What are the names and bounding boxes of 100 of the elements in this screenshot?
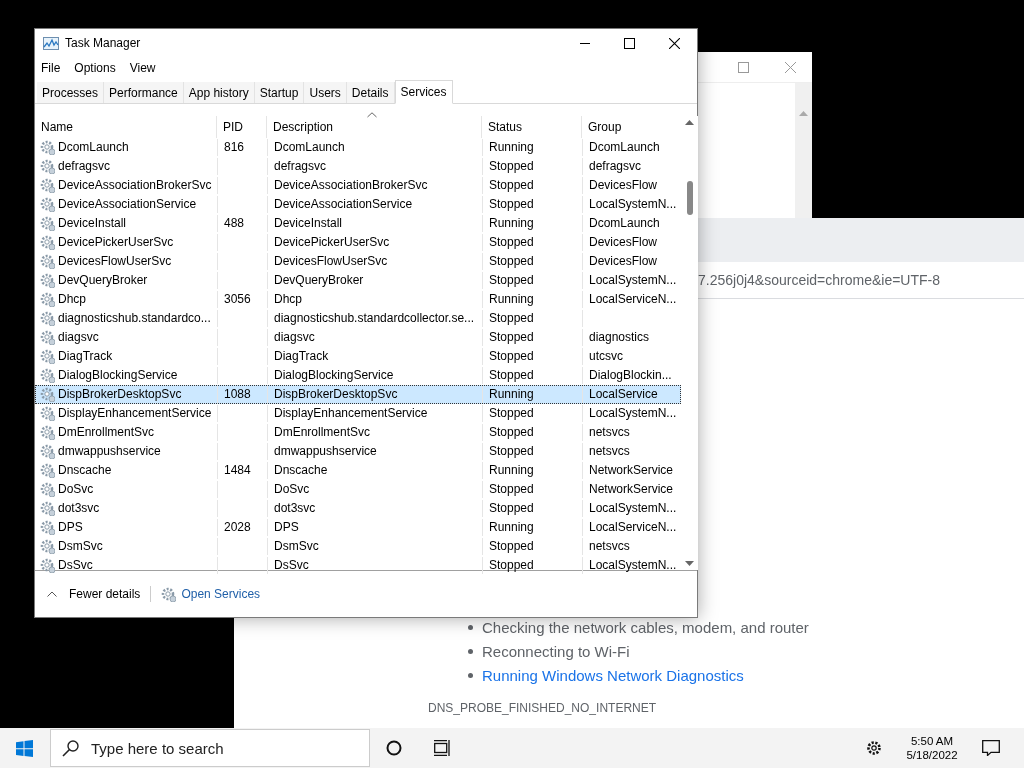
table-cell: DeviceAssociationBrokerSvc	[267, 177, 482, 194]
table-cell: Stopped	[482, 367, 582, 384]
table-cell: DisplayEnhancementService	[267, 405, 482, 422]
table-cell: Dnscache	[58, 462, 112, 479]
table-cell: DsSvc	[58, 557, 93, 574]
table-cell: DispBrokerDesktopSvc	[58, 386, 182, 403]
table-cell: Stopped	[482, 538, 582, 555]
table-cell: DeviceAssociationBrokerSvc	[58, 177, 212, 194]
tab[interactable]: Processes	[37, 82, 105, 103]
table-row[interactable]: DispBrokerDesktopSvc 1088 DispBrokerDesktopSvc Running LocalService	[35, 385, 681, 404]
table-cell: Dhcp	[58, 291, 86, 308]
table-cell: Stopped	[482, 329, 582, 346]
tab[interactable]: App history	[183, 82, 255, 103]
notification-icon[interactable]	[982, 740, 1000, 756]
table-cell: Running	[482, 215, 582, 232]
tab[interactable]: Services	[394, 80, 453, 104]
gear-icon	[40, 311, 55, 326]
table-cell: DoSvc	[58, 481, 94, 498]
settings-icon[interactable]	[866, 740, 882, 756]
gear-icon	[40, 216, 55, 231]
gear-icon	[40, 539, 55, 554]
table-cell: Stopped	[482, 500, 582, 517]
table-cell: Dhcp	[267, 291, 482, 308]
menu-item[interactable]: View	[129, 61, 164, 75]
table-cell: Running	[482, 139, 582, 156]
table-cell: 488	[217, 215, 267, 232]
gear-icon	[40, 520, 55, 535]
table-cell: DispBrokerDesktopSvc	[267, 386, 482, 403]
diagnostics-link[interactable]: Running Windows Network Diagnostics	[482, 666, 744, 684]
gear-icon	[40, 197, 55, 212]
table-cell: Dnscache	[267, 462, 482, 479]
menu-item[interactable]: File	[41, 61, 69, 75]
gear-icon	[40, 482, 55, 497]
table-cell: DsSvc	[267, 557, 482, 574]
column-header[interactable]: PID	[216, 116, 266, 138]
gear-icon	[40, 273, 55, 288]
scroll-up-icon[interactable]	[685, 119, 694, 125]
table-cell: Stopped	[482, 177, 582, 194]
table-cell: DiagTrack	[267, 348, 482, 365]
scrollbar-thumb[interactable]	[686, 181, 693, 215]
gear-icon	[40, 558, 55, 573]
gear-icon	[40, 235, 55, 250]
gear-icon	[40, 501, 55, 516]
gear-icon	[40, 349, 55, 364]
gear-icon	[40, 406, 55, 421]
time-text: 5:50 AM	[910, 735, 954, 747]
table-cell: diagnosticshub.standardco...	[58, 310, 211, 327]
column-header[interactable]: Status	[481, 116, 581, 138]
maximize-icon[interactable]	[624, 37, 635, 49]
task-view-icon[interactable]	[434, 740, 450, 756]
gear-icon	[40, 140, 55, 155]
table-cell: DcomLaunch	[267, 139, 482, 156]
tab[interactable]: Performance	[104, 82, 184, 103]
address-text[interactable]: 7.256j0j4&sourceid=chrome&ie=UTF-8	[698, 272, 940, 288]
table-cell: 2028	[217, 519, 267, 536]
table-cell: DeviceInstall	[58, 215, 127, 232]
suggestion-text: Checking the network cables, modem, and router	[482, 618, 809, 636]
sort-caret-icon	[367, 112, 377, 118]
window-title: Task Manager	[65, 36, 142, 50]
circle-icon[interactable]	[386, 740, 402, 756]
table-cell: Stopped	[482, 557, 582, 574]
windows-start-icon[interactable]	[15, 739, 33, 757]
table-cell: Stopped	[482, 348, 582, 365]
table-cell: Stopped	[482, 443, 582, 460]
table-cell: Stopped	[482, 272, 582, 289]
gear-icon	[40, 178, 55, 193]
table-cell: 1484	[217, 462, 267, 479]
gear-icon	[40, 387, 55, 402]
fewer-details-button[interactable]: Fewer details	[47, 587, 141, 601]
date-text: 5/18/2022	[906, 749, 958, 761]
tab[interactable]: Users	[304, 82, 347, 103]
table-cell: DmEnrollmentSvc	[267, 424, 482, 441]
table-cell: DialogBlockingService	[58, 367, 178, 384]
gear-icon	[40, 444, 55, 459]
search-field[interactable]: Type here to search	[50, 729, 370, 767]
table-cell: DialogBlockingService	[267, 367, 482, 384]
table-cell: DcomLaunch	[58, 139, 129, 156]
task-manager-icon	[43, 35, 59, 51]
table-cell: DPS	[267, 519, 482, 536]
table-cell: diagnosticshub.standardcollector.se...	[267, 310, 482, 327]
table-cell: DmEnrollmentSvc	[58, 424, 155, 441]
tab[interactable]: Details	[346, 82, 395, 103]
open-services-link[interactable]: Open Services	[181, 587, 261, 601]
tab[interactable]: Startup	[254, 82, 305, 103]
column-header[interactable]: Description	[266, 116, 481, 138]
table-cell: Stopped	[482, 158, 582, 175]
table-cell: Stopped	[482, 234, 582, 251]
table-cell: DiagTrack	[58, 348, 113, 365]
close-icon[interactable]	[669, 37, 680, 49]
gear-icon	[40, 463, 55, 478]
clock[interactable]: 5:50 AM 5/18/2022	[894, 735, 970, 761]
table-cell: DevicePickerUserSvc	[267, 234, 482, 251]
column-header[interactable]: Name	[35, 116, 216, 138]
bullet	[468, 624, 473, 630]
menu-item[interactable]: Options	[74, 61, 124, 75]
table-cell: dmwappushservice	[58, 443, 161, 460]
table-cell: DevicePickerUserSvc	[58, 234, 174, 251]
scroll-down-icon[interactable]	[685, 561, 694, 567]
gear-icon	[40, 425, 55, 440]
table-cell: Stopped	[482, 424, 582, 441]
